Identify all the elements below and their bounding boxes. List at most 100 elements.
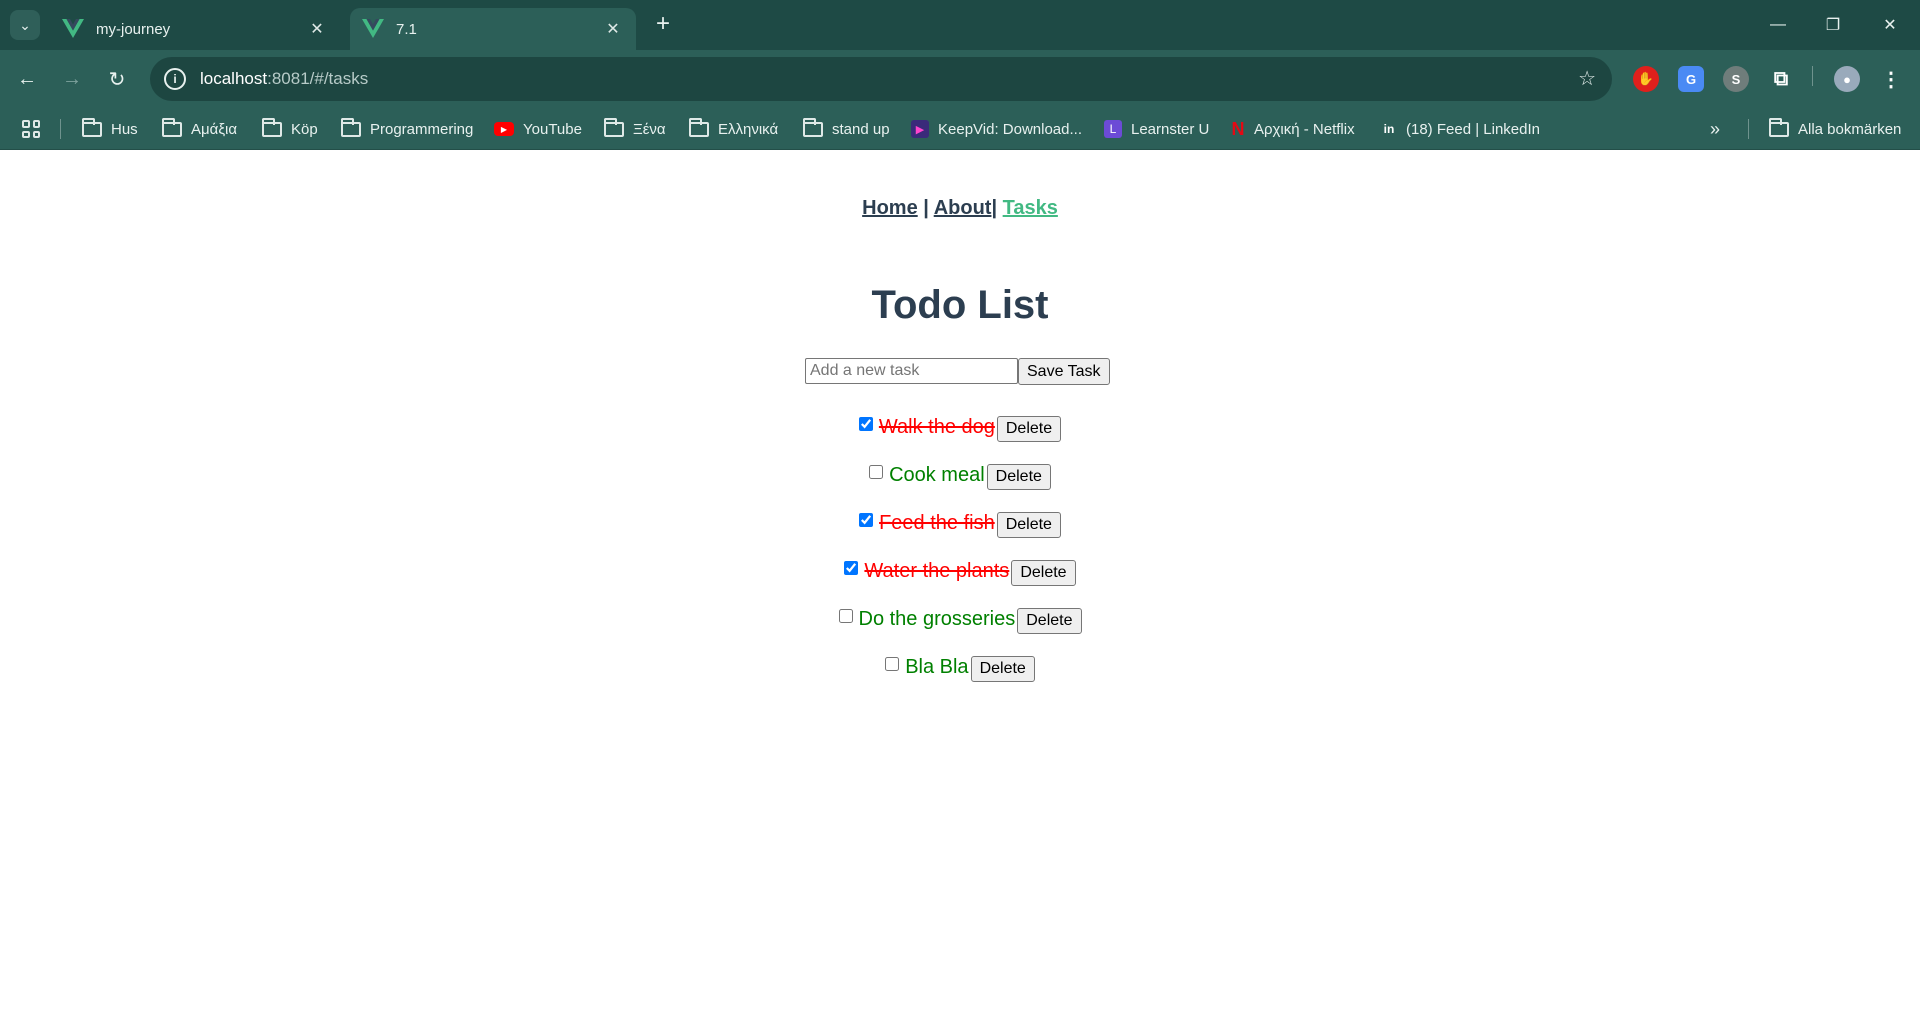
delete-task-button[interactable]: Delete <box>996 416 1062 442</box>
bookmark-label: Αρχική - Netflix <box>1254 120 1355 138</box>
bookmark-netflix[interactable]: N Αρχική - Netflix <box>1231 108 1355 150</box>
translate-icon[interactable]: G <box>1678 66 1704 92</box>
bookmark-kop[interactable]: Köp <box>262 108 318 150</box>
bookmark-label: Köp <box>291 120 318 138</box>
add-task-form: Save Task <box>805 358 1110 385</box>
new-tab-button[interactable]: + <box>650 12 676 38</box>
url-host: localhost <box>200 69 268 88</box>
task-label: Walk the dog <box>878 415 995 438</box>
bookmark-ellinika[interactable]: Ελληνικά <box>689 108 778 150</box>
bookmark-keepvid[interactable]: ▶ KeepVid: Download... <box>911 108 1082 150</box>
bookmark-stand-up[interactable]: stand up <box>803 108 890 150</box>
bookmark-amaksia[interactable]: Αμάξια <box>162 108 237 150</box>
close-tab-icon[interactable]: ✕ <box>306 18 328 40</box>
url-text[interactable]: localhost:8081/#/tasks <box>200 69 368 89</box>
folder-icon <box>604 117 624 137</box>
extensions-puzzle-icon[interactable]: ⧉ <box>1768 66 1794 92</box>
bookmarks-divider <box>1748 119 1749 139</box>
menu-kebab-icon[interactable]: ⋮ <box>1878 66 1904 92</box>
youtube-icon: ▶ <box>494 122 514 136</box>
folder-icon <box>341 117 361 137</box>
toolbar-divider <box>1812 66 1813 86</box>
delete-task-button[interactable]: Delete <box>970 656 1035 682</box>
folder-icon <box>1769 117 1789 137</box>
task-item: Bla Bla Delete <box>0 643 1920 691</box>
bookmarks-overflow-icon[interactable]: » <box>1710 108 1720 150</box>
close-window-icon[interactable]: ✕ <box>1870 8 1910 42</box>
bookmark-xena[interactable]: Ξένα <box>604 108 666 150</box>
bookmark-label: Ξένα <box>633 120 666 138</box>
task-checkbox[interactable] <box>838 609 853 623</box>
bookmark-label: YouTube <box>523 120 582 138</box>
netflix-icon: N <box>1231 118 1245 139</box>
nav-about-link[interactable]: About <box>934 197 992 219</box>
tab-title: my-journey <box>96 20 171 38</box>
reload-button[interactable]: ↻ <box>100 62 134 96</box>
task-item: Cook meal Delete <box>0 451 1920 499</box>
task-item: Feed the fish Delete <box>0 499 1920 547</box>
task-item: Water the plants Delete <box>0 547 1920 595</box>
task-checkbox[interactable] <box>859 513 874 527</box>
bookmark-programmering[interactable]: Programmering <box>341 108 473 150</box>
back-button[interactable]: ← <box>10 62 44 96</box>
extension-s-icon[interactable]: S <box>1723 66 1749 92</box>
task-label: Cook meal <box>889 463 985 486</box>
all-bookmarks-label: Alla bokmärken <box>1798 120 1902 138</box>
close-tab-icon[interactable]: ✕ <box>602 18 624 40</box>
url-path: :8081/#/tasks <box>267 69 369 88</box>
nav-separator: | <box>923 197 929 219</box>
tab-7-1[interactable]: 7.1 ✕ <box>350 8 636 50</box>
nav-separator: | <box>991 197 998 219</box>
all-bookmarks[interactable]: Alla bokmärken <box>1769 108 1901 150</box>
forward-button[interactable]: → <box>55 62 89 96</box>
delete-task-button[interactable]: Delete <box>996 512 1061 538</box>
bookmark-star-icon[interactable]: ☆ <box>1578 66 1596 91</box>
bookmark-label: stand up <box>832 120 890 138</box>
bookmark-label: Hus <box>111 120 138 138</box>
learnster-icon: L <box>1104 120 1122 138</box>
adblock-icon[interactable]: ✋ <box>1633 66 1659 92</box>
task-label: Feed the fish <box>879 511 995 534</box>
apps-grid-icon[interactable] <box>22 120 40 138</box>
tab-my-journey[interactable]: my-journey ✕ <box>50 8 340 50</box>
tab-search-button[interactable]: ⌄ <box>10 10 40 40</box>
delete-task-button[interactable]: Delete <box>986 464 1051 490</box>
bookmark-label: Αμάξια <box>191 120 238 138</box>
delete-task-button[interactable]: Delete <box>1011 560 1076 586</box>
restore-icon[interactable]: ❐ <box>1813 8 1853 42</box>
tab-title: 7.1 <box>396 20 417 38</box>
vue-logo-icon <box>362 19 384 38</box>
delete-task-button[interactable]: Delete <box>1017 608 1082 634</box>
arrow-left-icon: ← <box>17 67 37 90</box>
address-bar[interactable]: i localhost:8081/#/tasks ☆ <box>150 57 1612 101</box>
folder-icon <box>82 117 102 137</box>
page-content: Home | About| Tasks Todo List Save Task … <box>0 151 1920 1030</box>
task-list: Walk the dog Delete Cook meal Delete Fee… <box>0 403 1920 691</box>
task-item: Walk the dog Delete <box>0 403 1920 451</box>
nav-home-link[interactable]: Home <box>862 197 918 219</box>
task-checkbox[interactable] <box>858 417 873 431</box>
new-task-input[interactable] <box>805 358 1018 384</box>
task-item: Do the grosseries Delete <box>0 595 1920 643</box>
task-checkbox[interactable] <box>885 657 900 671</box>
profile-avatar[interactable]: ● <box>1834 66 1860 92</box>
bookmark-label: KeepVid: Download... <box>938 120 1082 138</box>
reload-icon: ↻ <box>108 68 126 91</box>
task-checkbox[interactable] <box>869 465 884 479</box>
bookmark-youtube[interactable]: ▶ YouTube <box>494 108 582 150</box>
arrow-right-icon: → <box>62 67 82 90</box>
folder-icon <box>162 117 182 137</box>
bookmark-label: Ελληνικά <box>718 120 779 138</box>
save-task-button[interactable]: Save Task <box>1018 358 1110 385</box>
site-info-icon[interactable]: i <box>164 68 186 90</box>
bookmark-linkedin[interactable]: in (18) Feed | LinkedIn <box>1381 108 1540 150</box>
vue-logo-icon <box>62 19 84 38</box>
task-checkbox[interactable] <box>844 561 859 575</box>
bookmark-label: (18) Feed | LinkedIn <box>1406 120 1540 138</box>
minimize-icon[interactable]: — <box>1758 8 1798 42</box>
bookmark-learnster[interactable]: L Learnster U <box>1104 108 1209 150</box>
tab-strip: ⌄ my-journey ✕ 7.1 ✕ + — ❐ ✕ <box>0 0 1920 50</box>
folder-icon <box>262 117 282 137</box>
bookmark-hus[interactable]: Hus <box>82 108 138 150</box>
nav-tasks-link[interactable]: Tasks <box>1003 197 1058 219</box>
